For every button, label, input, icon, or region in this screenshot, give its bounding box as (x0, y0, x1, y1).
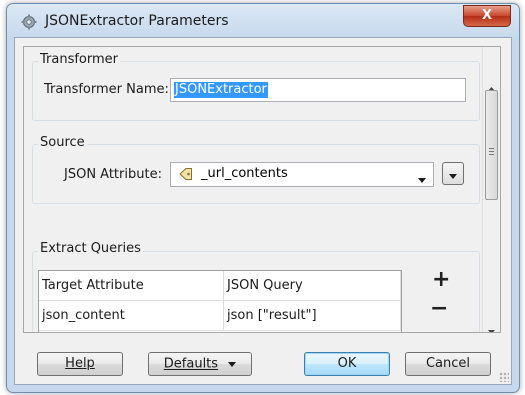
close-icon: X (481, 8, 493, 23)
window-title: JSONExtractor Parameters (45, 13, 229, 29)
dialog-body: Transformer Transformer Name: JSONExtrac… (14, 37, 512, 385)
scrollbar-thumb[interactable] (485, 90, 498, 200)
chevron-down-icon (228, 353, 237, 375)
json-attribute-value: _url_contents (201, 166, 288, 181)
json-attribute-label: JSON Attribute: (64, 167, 162, 182)
gear-icon (21, 14, 37, 30)
source-group-title: Source (38, 135, 87, 150)
help-button-label: Help (65, 356, 95, 371)
dialog-window: JSONExtractor Parameters X Transformer T… (6, 3, 520, 393)
defaults-button-label: Defaults (163, 356, 219, 372)
transformer-name-label: Transformer Name: (44, 82, 169, 97)
table-cell-target[interactable]: json_content (39, 301, 224, 331)
transformer-name-field[interactable]: JSONExtractor (170, 78, 466, 102)
vertical-scrollbar[interactable] (482, 47, 500, 332)
attribute-tag-icon (179, 167, 193, 185)
close-button[interactable]: X (463, 5, 511, 27)
chevron-down-icon (418, 172, 426, 187)
parameters-panel: Transformer Transformer Name: JSONExtrac… (23, 46, 501, 333)
ok-button-label: OK (337, 356, 357, 371)
column-header-json-query[interactable]: JSON Query (224, 271, 401, 301)
attribute-menu-button[interactable] (442, 162, 464, 185)
ok-button[interactable]: OK (304, 352, 390, 376)
transformer-group-title: Transformer (38, 52, 121, 67)
queries-table[interactable]: Target Attribute JSON Query json_content… (38, 270, 402, 332)
remove-query-button[interactable]: − (430, 296, 448, 321)
table-cell-query[interactable]: json ["result"] (224, 301, 401, 331)
chevron-down-icon (449, 171, 457, 182)
help-button[interactable]: Help (37, 352, 123, 376)
extract-queries-group-title: Extract Queries (38, 241, 143, 256)
cancel-button-label: Cancel (425, 356, 471, 371)
scroll-down-icon[interactable] (488, 319, 495, 332)
cancel-button[interactable]: Cancel (405, 352, 491, 376)
title-bar[interactable]: JSONExtractor Parameters X (7, 4, 519, 38)
transformer-name-value: JSONExtractor (174, 82, 268, 98)
grip-icon (489, 140, 494, 159)
json-attribute-select[interactable]: _url_contents (170, 162, 434, 187)
resize-grip-icon[interactable] (499, 372, 509, 382)
column-header-target-attribute[interactable]: Target Attribute (39, 271, 224, 301)
add-query-button[interactable]: + (432, 267, 450, 292)
defaults-button[interactable]: Defaults (148, 352, 252, 376)
